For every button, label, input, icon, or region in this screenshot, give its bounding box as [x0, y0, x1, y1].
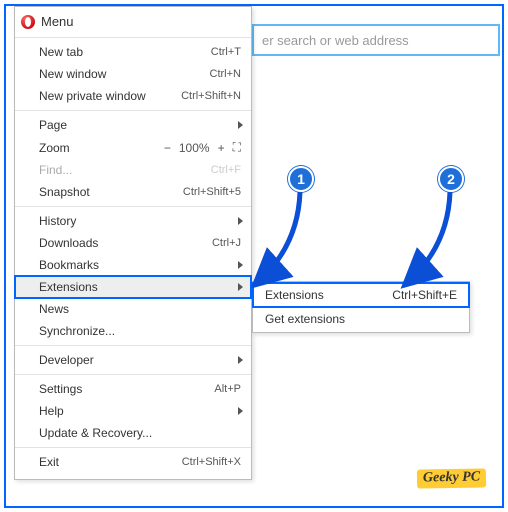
address-bar[interactable]: er search or web address [252, 24, 500, 56]
zoom-percent: 100% [179, 141, 210, 155]
menu-item-label: Bookmarks [39, 258, 99, 272]
chevron-right-icon [238, 217, 243, 225]
menu-zoom[interactable]: Zoom − 100% + ⛶ [15, 136, 251, 159]
watermark-text: Geeky PC [423, 470, 480, 486]
menu-item-label: News [39, 302, 69, 316]
menu-item-label: Developer [39, 353, 94, 367]
shortcut: Ctrl+F [211, 164, 241, 176]
submenu-item-label: Get extensions [265, 312, 345, 326]
menu-exit[interactable]: Exit Ctrl+Shift+X [15, 451, 251, 473]
menu-find: Find... Ctrl+F [15, 159, 251, 181]
shortcut: Ctrl+J [212, 237, 241, 249]
separator [15, 345, 251, 346]
separator [15, 206, 251, 207]
menu-item-label: Page [39, 118, 67, 132]
chevron-right-icon [238, 283, 243, 291]
menu-item-label: Settings [39, 382, 82, 396]
menu-item-label: Synchronize... [39, 324, 115, 338]
menu-downloads[interactable]: Downloads Ctrl+J [15, 232, 251, 254]
separator [15, 374, 251, 375]
watermark: Geeky PC [417, 468, 486, 488]
callout-2: 2 [438, 166, 464, 192]
callout-number: 1 [297, 171, 305, 187]
menu-item-label: New private window [39, 89, 146, 103]
zoom-plus-button[interactable]: + [218, 141, 225, 155]
menu-extensions[interactable]: Extensions [15, 276, 251, 298]
shortcut: Ctrl+Shift+N [181, 90, 241, 102]
menu-new-private-window[interactable]: New private window Ctrl+Shift+N [15, 85, 251, 107]
menu-settings[interactable]: Settings Alt+P [15, 378, 251, 400]
main-menu: Menu New tab Ctrl+T New window Ctrl+N Ne… [14, 6, 252, 480]
menu-item-label: Update & Recovery... [39, 426, 152, 440]
address-bar-placeholder: er search or web address [262, 33, 409, 48]
menu-developer[interactable]: Developer [15, 349, 251, 371]
menu-item-label: Extensions [39, 280, 98, 294]
shortcut: Ctrl+T [211, 46, 241, 58]
menu-item-label: Snapshot [39, 185, 90, 199]
menu-new-window[interactable]: New window Ctrl+N [15, 63, 251, 85]
zoom-minus-button[interactable]: − [164, 141, 171, 155]
callout-1: 1 [288, 166, 314, 192]
menu-help[interactable]: Help [15, 400, 251, 422]
separator [15, 37, 251, 38]
chevron-right-icon [238, 261, 243, 269]
menu-item-label: Exit [39, 455, 59, 469]
menu-item-label: Help [39, 404, 64, 418]
menu-item-label: Find... [39, 163, 72, 177]
menu-item-label: Zoom [39, 141, 70, 155]
opera-icon [21, 15, 35, 29]
menu-update-recovery[interactable]: Update & Recovery... [15, 422, 251, 444]
menu-header: Menu [15, 9, 251, 34]
callout-number: 2 [447, 171, 455, 187]
menu-page[interactable]: Page [15, 114, 251, 136]
chevron-right-icon [238, 356, 243, 364]
extensions-submenu: Extensions Ctrl+Shift+E Get extensions [252, 281, 470, 333]
submenu-item-label: Extensions [265, 288, 324, 302]
separator [15, 110, 251, 111]
menu-item-label: New window [39, 67, 106, 81]
menu-synchronize[interactable]: Synchronize... [15, 320, 251, 342]
menu-new-tab[interactable]: New tab Ctrl+T [15, 41, 251, 63]
separator [15, 447, 251, 448]
chevron-right-icon [238, 407, 243, 415]
menu-history[interactable]: History [15, 210, 251, 232]
menu-snapshot[interactable]: Snapshot Ctrl+Shift+5 [15, 181, 251, 203]
menu-item-label: History [39, 214, 76, 228]
menu-bookmarks[interactable]: Bookmarks [15, 254, 251, 276]
shortcut: Ctrl+Shift+X [182, 456, 241, 468]
shortcut: Alt+P [214, 383, 241, 395]
submenu-get-extensions[interactable]: Get extensions [253, 307, 469, 331]
shortcut: Ctrl+Shift+E [392, 288, 457, 302]
menu-item-label: New tab [39, 45, 83, 59]
shortcut: Ctrl+N [210, 68, 241, 80]
submenu-extensions[interactable]: Extensions Ctrl+Shift+E [253, 283, 469, 307]
shortcut: Ctrl+Shift+5 [183, 186, 241, 198]
zoom-controls: − 100% + ⛶ [164, 140, 241, 155]
menu-news[interactable]: News [15, 298, 251, 320]
menu-item-label: Downloads [39, 236, 98, 250]
chevron-right-icon [238, 121, 243, 129]
zoom-fullscreen-button[interactable]: ⛶ [233, 140, 241, 155]
menu-title: Menu [41, 14, 74, 29]
